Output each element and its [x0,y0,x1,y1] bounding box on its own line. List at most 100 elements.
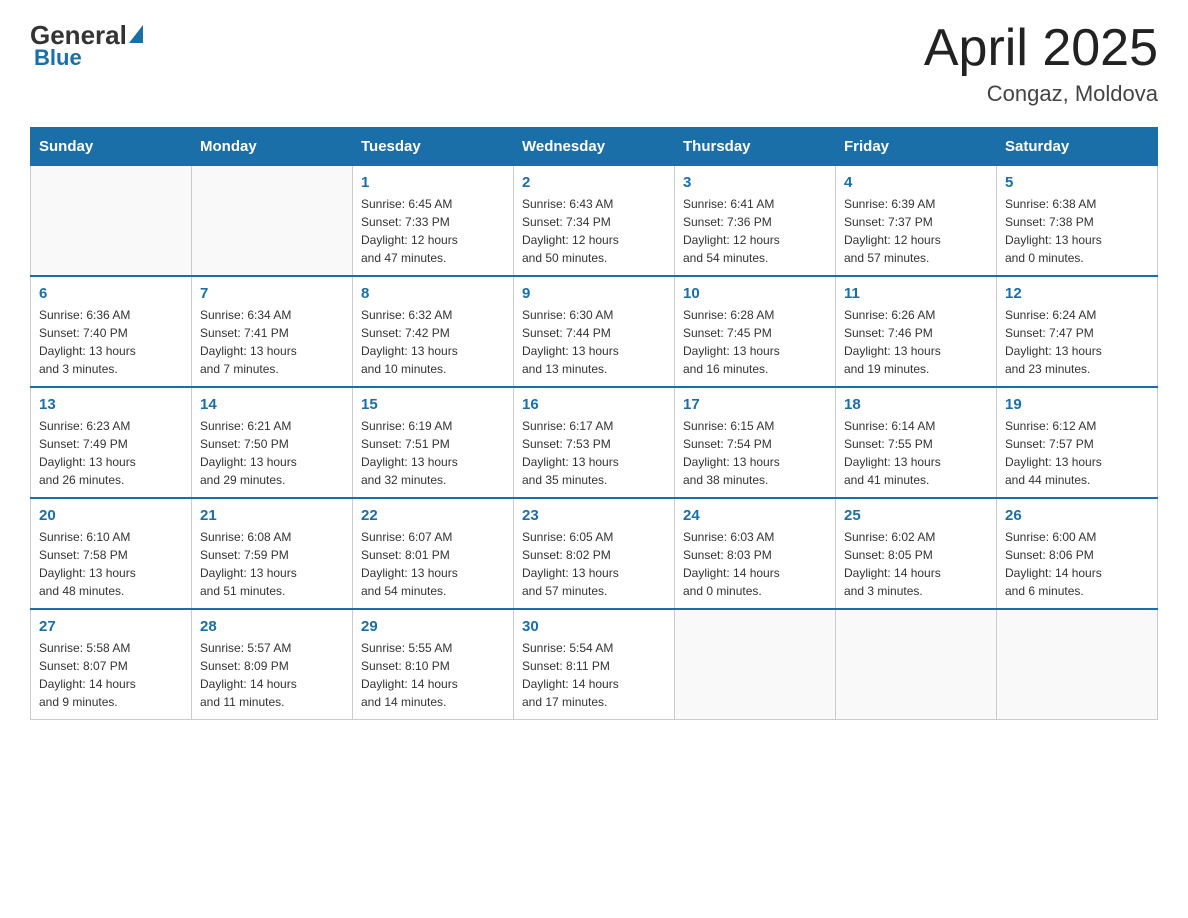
day-info: Sunrise: 6:08 AM Sunset: 7:59 PM Dayligh… [200,528,344,600]
day-number: 7 [200,285,344,302]
calendar-day-cell: 28 Sunrise: 5:57 AM Sunset: 8:09 PM Dayli… [192,609,353,720]
day-number: 9 [522,285,666,302]
calendar-day-cell: 12 Sunrise: 6:24 AM Sunset: 7:47 PM Dayli… [997,276,1158,387]
day-number: 19 [1005,396,1149,413]
day-info: Sunrise: 6:21 AM Sunset: 7:50 PM Dayligh… [200,417,344,489]
day-info: Sunrise: 6:28 AM Sunset: 7:45 PM Dayligh… [683,306,827,378]
weekday-header-tuesday: Tuesday [353,128,514,166]
day-info: Sunrise: 5:58 AM Sunset: 8:07 PM Dayligh… [39,639,183,711]
calendar-day-cell: 3 Sunrise: 6:41 AM Sunset: 7:36 PM Daylig… [675,166,836,277]
day-info: Sunrise: 6:41 AM Sunset: 7:36 PM Dayligh… [683,195,827,267]
calendar-day-cell: 8 Sunrise: 6:32 AM Sunset: 7:42 PM Daylig… [353,276,514,387]
calendar-day-cell: 25 Sunrise: 6:02 AM Sunset: 8:05 PM Dayli… [836,498,997,609]
calendar-day-cell: 17Sunrise: 6:15 AM Sunset: 7:54 PM Dayli… [675,387,836,498]
day-number: 8 [361,285,505,302]
day-info: Sunrise: 6:36 AM Sunset: 7:40 PM Dayligh… [39,306,183,378]
day-info: Sunrise: 6:38 AM Sunset: 7:38 PM Dayligh… [1005,195,1149,267]
calendar-day-cell: 7 Sunrise: 6:34 AM Sunset: 7:41 PM Daylig… [192,276,353,387]
calendar-week-row: 1Sunrise: 6:45 AM Sunset: 7:33 PM Daylig… [31,166,1158,277]
logo-triangle-icon [129,25,143,43]
day-info: Sunrise: 5:54 AM Sunset: 8:11 PM Dayligh… [522,639,666,711]
day-number: 22 [361,507,505,524]
title-section: April 2025 Congaz, Moldova [924,20,1158,107]
day-number: 4 [844,174,988,191]
day-number: 16 [522,396,666,413]
day-number: 15 [361,396,505,413]
weekday-header-friday: Friday [836,128,997,166]
calendar-day-cell [675,609,836,720]
weekday-header-wednesday: Wednesday [514,128,675,166]
day-info: Sunrise: 6:34 AM Sunset: 7:41 PM Dayligh… [200,306,344,378]
day-info: Sunrise: 6:26 AM Sunset: 7:46 PM Dayligh… [844,306,988,378]
logo-blue-text: Blue [34,45,82,71]
calendar-day-cell: 14 Sunrise: 6:21 AM Sunset: 7:50 PM Dayli… [192,387,353,498]
calendar-day-cell: 20 Sunrise: 6:10 AM Sunset: 7:58 PM Dayli… [31,498,192,609]
calendar-day-cell: 4 Sunrise: 6:39 AM Sunset: 7:37 PM Daylig… [836,166,997,277]
day-number: 26 [1005,507,1149,524]
day-info: Sunrise: 6:23 AM Sunset: 7:49 PM Dayligh… [39,417,183,489]
page-header: General Blue April 2025 Congaz, Moldova [30,20,1158,107]
day-number: 20 [39,507,183,524]
calendar-day-cell: 29 Sunrise: 5:55 AM Sunset: 8:10 PM Dayli… [353,609,514,720]
day-info: Sunrise: 5:57 AM Sunset: 8:09 PM Dayligh… [200,639,344,711]
day-info: Sunrise: 6:32 AM Sunset: 7:42 PM Dayligh… [361,306,505,378]
day-info: Sunrise: 6:10 AM Sunset: 7:58 PM Dayligh… [39,528,183,600]
day-info: Sunrise: 6:05 AM Sunset: 8:02 PM Dayligh… [522,528,666,600]
day-info: Sunrise: 6:00 AM Sunset: 8:06 PM Dayligh… [1005,528,1149,600]
day-number: 6 [39,285,183,302]
calendar-week-row: 20 Sunrise: 6:10 AM Sunset: 7:58 PM Dayli… [31,498,1158,609]
day-number: 28 [200,618,344,635]
day-number: 27 [39,618,183,635]
day-info: Sunrise: 6:17 AM Sunset: 7:53 PM Dayligh… [522,417,666,489]
day-info: Sunrise: 6:45 AM Sunset: 7:33 PM Dayligh… [361,195,505,267]
month-title: April 2025 [924,20,1158,77]
day-number: 10 [683,285,827,302]
day-number: 3 [683,174,827,191]
weekday-header-saturday: Saturday [997,128,1158,166]
calendar-day-cell [997,609,1158,720]
day-info: Sunrise: 6:30 AM Sunset: 7:44 PM Dayligh… [522,306,666,378]
calendar-day-cell: 30 Sunrise: 5:54 AM Sunset: 8:11 PM Dayli… [514,609,675,720]
day-number: 11 [844,285,988,302]
calendar-day-cell: 1Sunrise: 6:45 AM Sunset: 7:33 PM Daylig… [353,166,514,277]
day-number: 18 [844,396,988,413]
calendar-day-cell: 5 Sunrise: 6:38 AM Sunset: 7:38 PM Daylig… [997,166,1158,277]
day-number: 24 [683,507,827,524]
day-info: Sunrise: 6:03 AM Sunset: 8:03 PM Dayligh… [683,528,827,600]
calendar-day-cell: 22Sunrise: 6:07 AM Sunset: 8:01 PM Dayli… [353,498,514,609]
weekday-header-sunday: Sunday [31,128,192,166]
day-info: Sunrise: 5:55 AM Sunset: 8:10 PM Dayligh… [361,639,505,711]
calendar-day-cell [31,166,192,277]
calendar-day-cell: 23Sunrise: 6:05 AM Sunset: 8:02 PM Dayli… [514,498,675,609]
day-info: Sunrise: 6:02 AM Sunset: 8:05 PM Dayligh… [844,528,988,600]
calendar-day-cell: 10 Sunrise: 6:28 AM Sunset: 7:45 PM Dayli… [675,276,836,387]
weekday-header-row: SundayMondayTuesdayWednesdayThursdayFrid… [31,128,1158,166]
day-number: 13 [39,396,183,413]
day-info: Sunrise: 6:43 AM Sunset: 7:34 PM Dayligh… [522,195,666,267]
calendar-week-row: 6 Sunrise: 6:36 AM Sunset: 7:40 PM Daylig… [31,276,1158,387]
day-info: Sunrise: 6:39 AM Sunset: 7:37 PM Dayligh… [844,195,988,267]
day-number: 21 [200,507,344,524]
day-info: Sunrise: 6:19 AM Sunset: 7:51 PM Dayligh… [361,417,505,489]
day-number: 25 [844,507,988,524]
calendar-day-cell: 18 Sunrise: 6:14 AM Sunset: 7:55 PM Dayli… [836,387,997,498]
day-number: 14 [200,396,344,413]
day-number: 30 [522,618,666,635]
day-number: 12 [1005,285,1149,302]
day-number: 2 [522,174,666,191]
day-info: Sunrise: 6:24 AM Sunset: 7:47 PM Dayligh… [1005,306,1149,378]
calendar-week-row: 27 Sunrise: 5:58 AM Sunset: 8:07 PM Dayli… [31,609,1158,720]
calendar-day-cell: 16 Sunrise: 6:17 AM Sunset: 7:53 PM Dayli… [514,387,675,498]
day-info: Sunrise: 6:14 AM Sunset: 7:55 PM Dayligh… [844,417,988,489]
day-number: 5 [1005,174,1149,191]
day-info: Sunrise: 6:15 AM Sunset: 7:54 PM Dayligh… [683,417,827,489]
calendar-day-cell: 2 Sunrise: 6:43 AM Sunset: 7:34 PM Daylig… [514,166,675,277]
day-number: 29 [361,618,505,635]
calendar-table: SundayMondayTuesdayWednesdayThursdayFrid… [30,127,1158,720]
weekday-header-thursday: Thursday [675,128,836,166]
calendar-day-cell [192,166,353,277]
weekday-header-monday: Monday [192,128,353,166]
location-subtitle: Congaz, Moldova [924,81,1158,107]
calendar-day-cell: 21 Sunrise: 6:08 AM Sunset: 7:59 PM Dayli… [192,498,353,609]
calendar-day-cell: 9 Sunrise: 6:30 AM Sunset: 7:44 PM Daylig… [514,276,675,387]
